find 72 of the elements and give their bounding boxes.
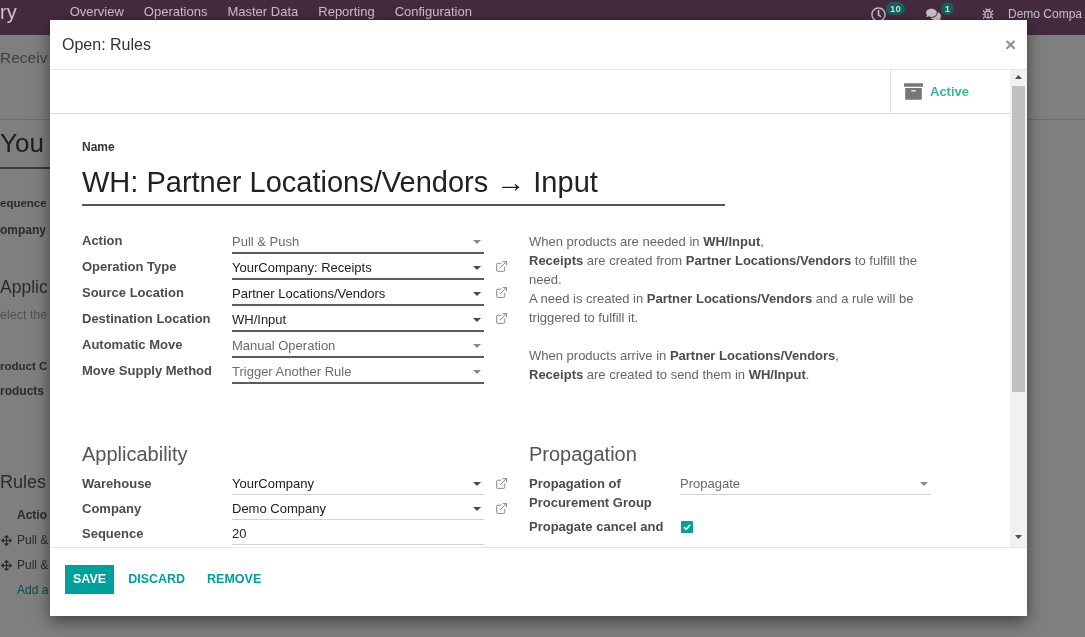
menu-item[interactable]: Operations	[143, 3, 208, 21]
record-title: You	[0, 128, 44, 158]
bug-icon[interactable]	[981, 8, 994, 20]
field-label: Sequence	[82, 525, 145, 543]
field-label: ompany	[0, 222, 46, 238]
field-label: Automatic Move	[82, 336, 184, 354]
dropdown-field[interactable]: Manual Operation	[232, 335, 484, 358]
notification-badge: 10	[886, 2, 905, 15]
dropdown-field[interactable]: WH/Input	[232, 309, 484, 332]
field-label: Company	[82, 500, 143, 518]
section-title: Rules	[0, 471, 47, 493]
menu-item[interactable]: Overview	[69, 3, 124, 21]
help-text: When products arrive in Partner Locations/Vendors, Receipts are created to send them in WH/Input.	[529, 347, 840, 384]
table-cell: Pull &	[17, 557, 49, 573]
archive-icon	[904, 82, 923, 101]
name-field[interactable]: WH: Partner Locations/Vendors → Input	[82, 164, 725, 206]
field-label: Propagate cancel and	[529, 518, 665, 536]
field-label: equence	[0, 196, 47, 211]
caret-icon	[473, 369, 481, 374]
caret-icon	[920, 482, 928, 486]
field-label: Name	[82, 139, 115, 155]
app-name[interactable]: ry	[0, 0, 17, 24]
section-title: Propagation	[529, 442, 637, 467]
dropdown-field[interactable]: YourCompany	[232, 474, 484, 495]
scrollbar[interactable]	[1010, 70, 1027, 547]
table-cell: Pull &	[17, 532, 49, 548]
dialog-title: Open: Rules	[62, 34, 151, 55]
field-label: Operation Type	[82, 258, 178, 276]
column-header: Actio	[17, 507, 47, 523]
caret-icon	[473, 507, 481, 511]
field-label: Source Location	[82, 284, 185, 302]
chat-icon[interactable]	[925, 7, 941, 22]
field-label: roduct C	[0, 359, 48, 374]
caret-icon	[473, 317, 481, 322]
drag-handle-icon[interactable]	[1, 559, 12, 571]
field-label: Move Supply Method	[82, 362, 213, 380]
drag-handle-icon[interactable]	[1, 534, 12, 546]
dropdown-field[interactable]: Trigger Another Rule	[232, 361, 484, 384]
dropdown-field[interactable]: Propagate	[680, 474, 931, 495]
input-field[interactable]: 20	[232, 524, 484, 545]
caret-icon	[473, 291, 481, 296]
menu-item[interactable]: Master Data	[227, 3, 299, 21]
checkbox[interactable]	[681, 521, 693, 533]
dropdown-field[interactable]: Partner Locations/Vendors	[232, 283, 484, 306]
menu-item[interactable]: Reporting	[318, 3, 375, 21]
field-label: Propagation of Procurement Group	[529, 475, 653, 512]
dropdown-field[interactable]: Demo Company	[232, 499, 484, 520]
field-label: Destination Location	[82, 310, 212, 328]
caret-icon	[473, 239, 481, 244]
section-title: Applicability	[82, 442, 188, 467]
external-link-icon[interactable]	[495, 286, 508, 299]
dropdown-field[interactable]: Pull & Push	[232, 231, 484, 254]
notification-badge: 1	[940, 2, 954, 15]
field-label: roducts	[0, 383, 44, 399]
field-label: Action	[82, 232, 124, 250]
field-label: Warehouse	[82, 475, 153, 493]
external-link-icon[interactable]	[495, 502, 508, 515]
scrollbar-thumb[interactable]	[1012, 86, 1025, 392]
dropdown-field[interactable]: YourCompany: Receipts	[232, 257, 484, 280]
caret-icon	[473, 265, 481, 270]
caret-icon	[473, 343, 481, 348]
section-title: Applic	[0, 276, 48, 298]
company-name[interactable]: Demo Compa	[1007, 6, 1082, 22]
clock-icon[interactable]	[871, 7, 887, 22]
caret-icon	[473, 482, 481, 486]
external-link-icon[interactable]	[495, 260, 508, 273]
help-text: When products are needed in WH/Input, Receipts are created from Partner Locations/Vendors to fulfill the need. A need is created in Partner Locations/Vendors and a rule will be triggered to fulfill it.	[529, 233, 918, 327]
external-link-icon[interactable]	[495, 312, 508, 325]
scroll-down-icon[interactable]	[1015, 535, 1022, 539]
external-link-icon[interactable]	[495, 477, 508, 490]
menu-item[interactable]: Configuration	[394, 3, 472, 21]
scroll-up-icon[interactable]	[1015, 75, 1022, 79]
